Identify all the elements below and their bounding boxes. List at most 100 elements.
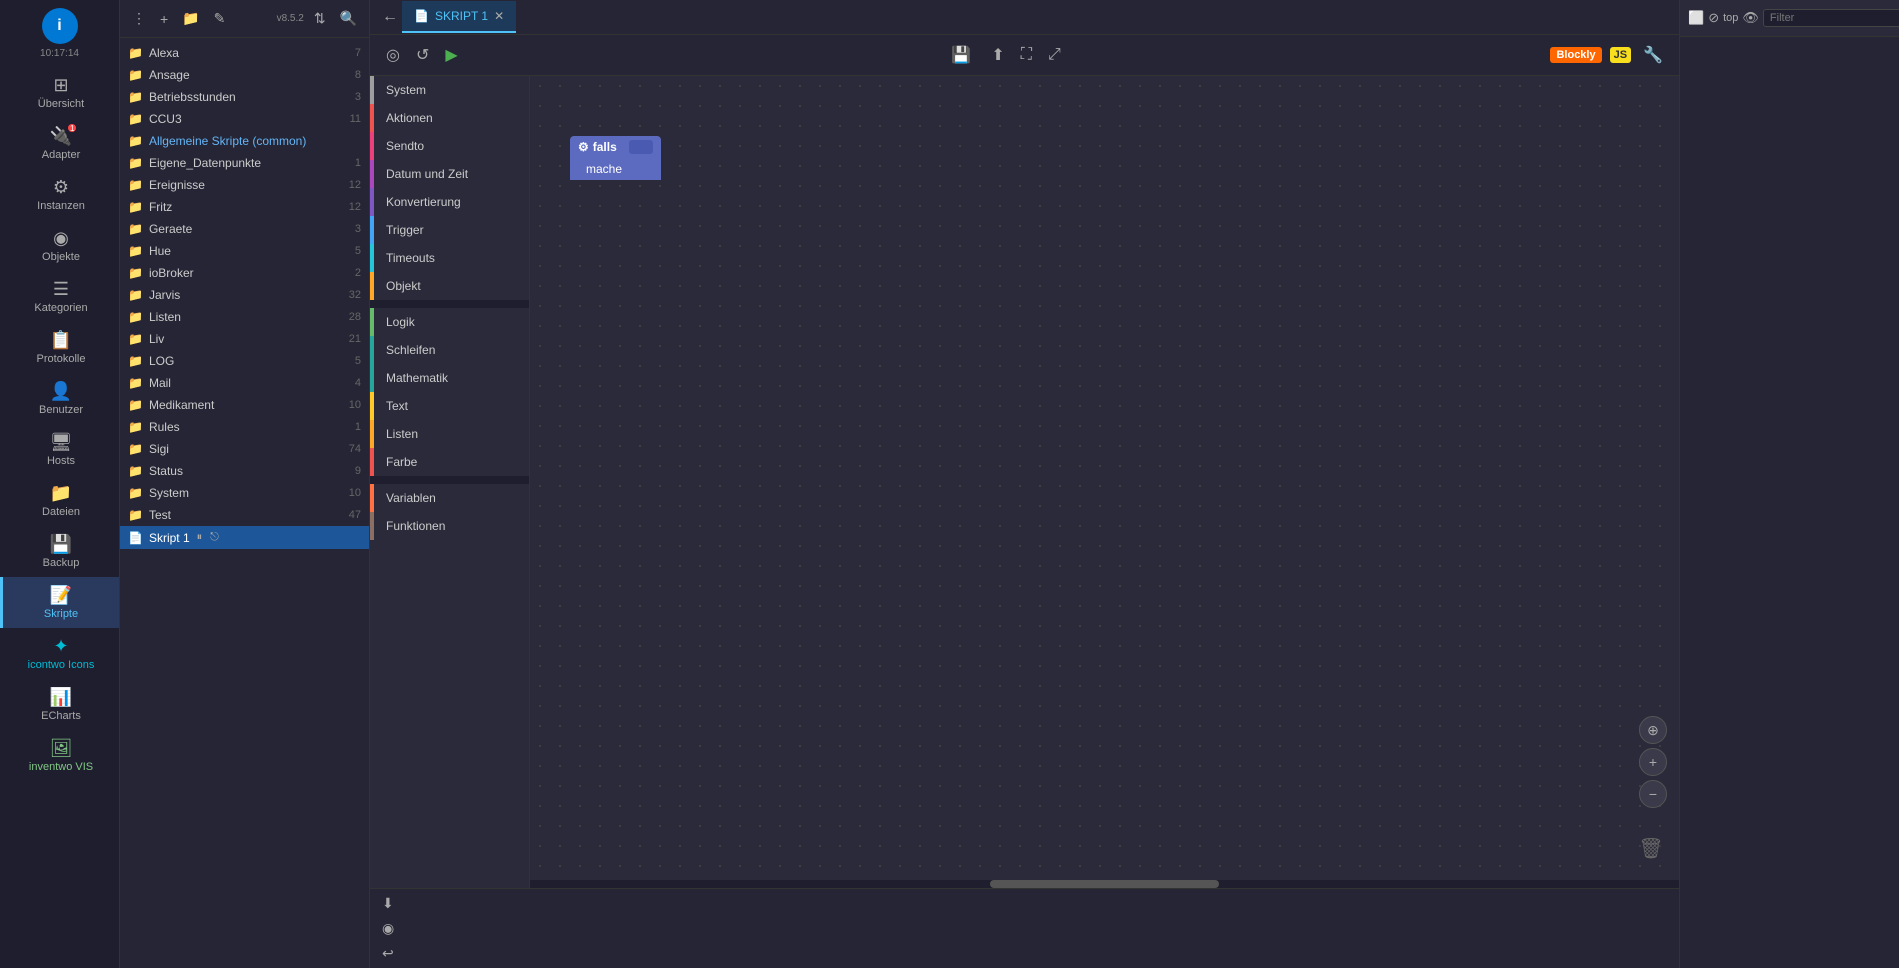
panel-btn-3[interactable]: 👁 [1742,10,1759,26]
add-folder-button[interactable]: 📁 [178,8,203,29]
sidebar-item-label: Backup [43,557,80,569]
edit-button[interactable]: ✎ [210,8,230,29]
zoom-out-control[interactable]: − [1639,780,1667,808]
palette-item-datum[interactable]: Datum und Zeit [370,160,529,188]
play-button[interactable]: ▶ [441,41,461,69]
zoom-in-control[interactable]: + [1639,748,1667,776]
list-item[interactable]: 📁 Ereignisse 12 [120,174,369,196]
add-script-button[interactable]: + [156,9,172,29]
save-button[interactable]: 💾 [947,41,975,69]
sort-button[interactable]: ⇅ [310,8,330,29]
sidebar-item-kategorien[interactable]: ☰ Kategorien [0,271,119,322]
palette-item-trigger[interactable]: Trigger [370,216,529,244]
list-item[interactable]: 📁 LOG 5 [120,350,369,372]
sidebar-item-label: ECharts [41,710,81,722]
sidebar-item-adapter[interactable]: 🔌1 Adapter [0,118,119,169]
folder-icon: 📁 [128,156,143,170]
trash-button[interactable]: 🗑 [1635,832,1667,864]
tab-icon: 📄 [414,9,429,23]
palette-item-farbe[interactable]: Farbe [370,448,529,476]
list-item[interactable]: 📁 Ansage 8 [120,64,369,86]
list-item[interactable]: 📁 Test 47 [120,504,369,526]
list-item[interactable]: 📁 Status 9 [120,460,369,482]
if-block[interactable]: ⚙ falls mache [570,136,661,180]
file-tree-list: 📁 Alexa 7 📁 Ansage 8 📁 Betriebsstunden 3… [120,38,369,968]
palette-item-timeouts[interactable]: Timeouts [370,244,529,272]
list-item[interactable]: 📁 Mail 4 [120,372,369,394]
palette-item-logik[interactable]: Logik [370,308,529,336]
block-do-label: mache [586,162,622,176]
sidebar-item-label: Skripte [44,608,78,620]
search-button[interactable]: 🔍 [336,8,361,29]
undo-button[interactable]: ↩ [378,943,398,964]
palette-item-system[interactable]: System [370,76,529,104]
folder-icon: 📁 [128,244,143,258]
list-item[interactable]: 📁 Hue 5 [120,240,369,262]
sidebar-item-ubersicht[interactable]: ⊞ Übersicht [0,67,119,118]
list-item[interactable]: 📁 Allgemeine Skripte (common) [120,130,369,152]
navigate-control[interactable]: ⊕ [1639,716,1667,744]
list-item[interactable]: 📁 Alexa 7 [120,42,369,64]
sidebar-item-instanzen[interactable]: ⚙ Instanzen [0,169,119,220]
canvas-area[interactable]: ⚙ falls mache ⊕ + − 🗑 [530,76,1679,888]
export-button[interactable]: ⬆ [987,41,1008,69]
sidebar-item-protokolle[interactable]: 📋 Protokolle [0,322,119,373]
list-item[interactable]: 📁 System 10 [120,482,369,504]
panel-btn-2[interactable]: ⊘ [1708,10,1719,26]
sidebar-item-objekte[interactable]: ◉ Objekte [0,220,119,271]
palette-item-sendto[interactable]: Sendto [370,132,529,160]
list-item[interactable]: 📁 Eigene_Datenpunkte 1 [120,152,369,174]
palette-item-objekt[interactable]: Objekt [370,272,529,300]
folder-icon: 📁 [128,68,143,82]
palette-item-variablen[interactable]: Variablen [370,484,529,512]
active-script-item[interactable]: 📄 Skript 1 ⏸ ⎋ [120,526,369,549]
list-item[interactable]: 📁 Jarvis 32 [120,284,369,306]
canvas-scrollbar[interactable] [530,880,1679,888]
panel-btn-1[interactable]: ⬜ [1688,10,1704,26]
filter-input[interactable] [1763,9,1899,27]
list-item[interactable]: 📁 Betriebsstunden 3 [120,86,369,108]
console-button[interactable]: ⬇ [378,893,398,914]
sidebar-item-icontwo[interactable]: ✦ icontwo Icons [0,628,119,679]
list-item[interactable]: 📁 CCU3 11 [120,108,369,130]
sidebar-item-skripte[interactable]: 📝 Skripte [0,577,119,628]
echarts-icon: 📊 [50,687,72,708]
debug-button[interactable]: ◎ [382,41,404,69]
sidebar-item-hosts[interactable]: 🖥 Hosts [0,424,119,475]
more-menu-button[interactable]: ⋮ [128,8,150,29]
list-item[interactable]: 📁 Listen 28 [120,306,369,328]
list-item[interactable]: 📁 ioBroker 2 [120,262,369,284]
palette-item-mathematik[interactable]: Mathematik [370,364,529,392]
sidebar-item-benutzer[interactable]: 👤 Benutzer [0,373,119,424]
sidebar-item-backup[interactable]: 💾 Backup [0,526,119,577]
version-label: v8.5.2 [277,13,304,24]
palette-item-funktionen[interactable]: Funktionen [370,512,529,540]
list-item[interactable]: 📁 Geraete 3 [120,218,369,240]
settings-button[interactable]: 🔧 [1639,41,1667,69]
tab-skript1[interactable]: 📄 SKRIPT 1 ✕ [402,1,516,33]
block-container: ⚙ falls mache [570,136,661,180]
list-item[interactable]: 📁 Rules 1 [120,416,369,438]
pause-script-button[interactable]: ⏸ [194,530,206,545]
palette-item-aktionen[interactable]: Aktionen [370,104,529,132]
list-item[interactable]: 📁 Medikament 10 [120,394,369,416]
sidebar-item-dateien[interactable]: 📁 Dateien [0,475,119,526]
sidebar-item-inventwo[interactable]: 🖼 inventwo VIS [0,730,119,781]
screenshot-button[interactable]: ⛶ [1017,42,1036,68]
log-button[interactable]: ◉ [378,918,398,939]
list-item[interactable]: 📁 Fritz 12 [120,196,369,218]
open-script-button[interactable]: ⎋ [207,530,222,545]
tab-close-button[interactable]: ✕ [494,9,504,23]
back-button[interactable]: ← [378,0,402,34]
sidebar-item-echarts[interactable]: 📊 ECharts [0,679,119,730]
app-logo: i [42,8,78,44]
refresh-button[interactable]: ↺ [412,41,433,69]
palette-item-schleifen[interactable]: Schleifen [370,336,529,364]
expand-button[interactable]: ⤢ [1044,42,1065,68]
palette-item-konvertierung[interactable]: Konvertierung [370,188,529,216]
palette-item-listen[interactable]: Listen [370,420,529,448]
folder-icon: 📁 [128,46,143,60]
list-item[interactable]: 📁 Sigi 74 [120,438,369,460]
list-item[interactable]: 📁 Liv 21 [120,328,369,350]
palette-item-text[interactable]: Text [370,392,529,420]
